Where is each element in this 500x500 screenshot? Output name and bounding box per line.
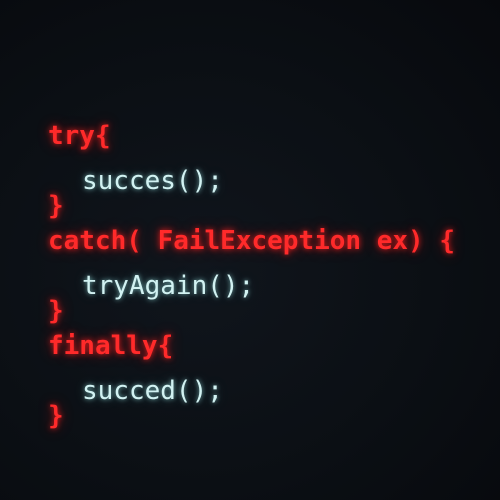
try-line: try{ — [48, 121, 111, 151]
catch-line: catch( FailException ex) { — [48, 226, 455, 256]
succed-call-line: succed(); — [82, 376, 223, 406]
catch-close-brace: } — [48, 296, 64, 326]
try-again-call-line: tryAgain(); — [82, 271, 255, 301]
finally-close-brace: } — [48, 401, 64, 431]
finally-line: finally{ — [48, 331, 174, 361]
try-close-brace: } — [48, 191, 64, 221]
code-snippet: try{ succes(); } catch( FailException ex… — [0, 0, 500, 500]
succes-call-line: succes(); — [82, 166, 223, 196]
